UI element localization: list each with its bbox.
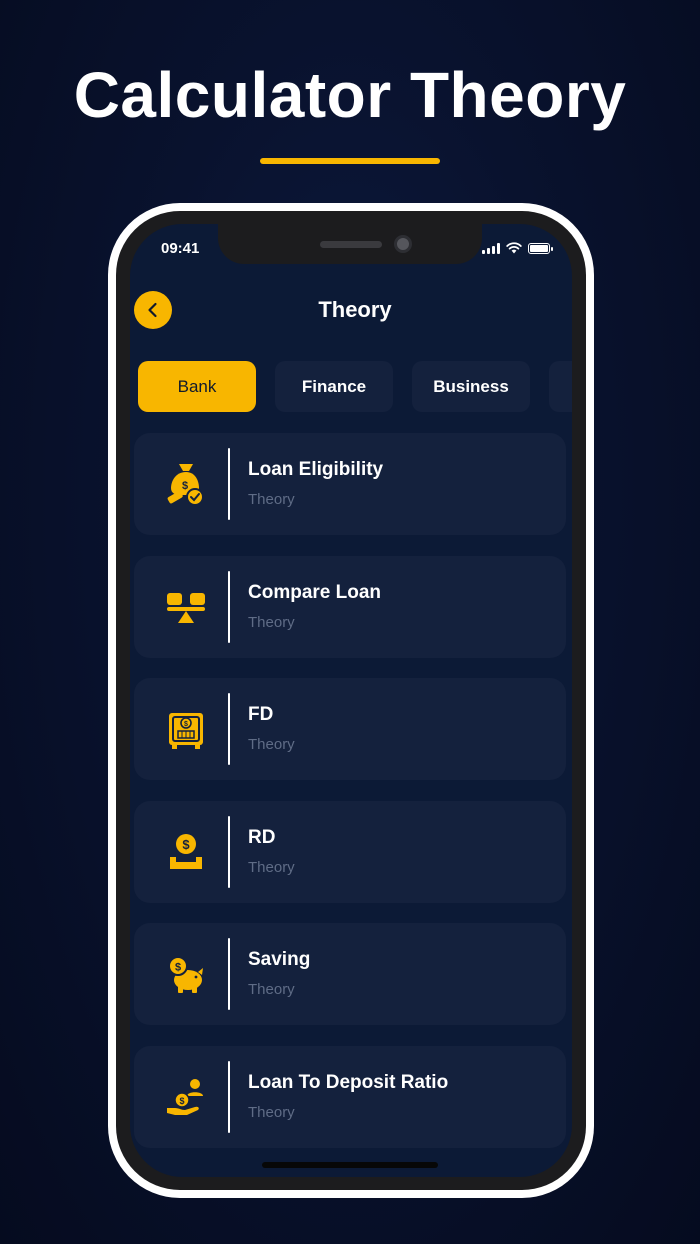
card-divider xyxy=(228,938,230,1010)
category-tabs: Bank Finance Business xyxy=(138,361,572,412)
speaker-grille xyxy=(320,241,382,248)
battery-icon xyxy=(528,243,553,254)
theory-list: $ Loan Eligibility Theory Compare Loan T… xyxy=(134,433,566,1168)
list-item-fd[interactable]: $ FD Theory xyxy=(134,678,566,780)
card-divider xyxy=(228,1060,230,1133)
list-item-saving[interactable]: $ Saving Theory xyxy=(134,923,566,1025)
signal-icon xyxy=(482,243,500,254)
svg-text:$: $ xyxy=(179,1096,184,1106)
promo-title: Calculator Theory xyxy=(73,59,627,131)
safe-deposit-icon: $ xyxy=(162,705,210,753)
card-subtitle: Theory xyxy=(248,491,295,508)
coin-deposit-icon: $ xyxy=(162,828,210,876)
svg-text:$: $ xyxy=(184,721,188,728)
card-divider xyxy=(228,815,230,888)
tab-business[interactable]: Business xyxy=(412,361,530,412)
card-title: Loan Eligibility xyxy=(248,459,384,480)
list-item-loan-to-deposit-ratio[interactable]: $ Loan To Deposit Ratio Theory xyxy=(134,1045,566,1148)
svg-text:$: $ xyxy=(182,480,188,492)
status-icons xyxy=(482,242,553,254)
wifi-icon xyxy=(506,242,522,254)
card-divider xyxy=(228,570,230,643)
card-title: Saving xyxy=(248,949,311,970)
balance-scale-icon xyxy=(162,583,210,631)
card-title: RD xyxy=(248,826,276,848)
card-divider xyxy=(228,693,230,765)
hand-coin-user-icon: $ xyxy=(162,1073,210,1121)
card-subtitle: Theory xyxy=(248,858,295,876)
piggy-bank-icon: $ xyxy=(162,950,210,998)
list-item-loan-eligibility[interactable]: $ Loan Eligibility Theory xyxy=(134,433,566,535)
screen-title: Theory xyxy=(318,297,392,322)
status-time: 09:41 xyxy=(161,240,200,257)
tab-more[interactable] xyxy=(549,361,572,412)
phone-notch xyxy=(218,224,482,264)
svg-text:$: $ xyxy=(182,837,190,852)
money-bag-check-icon: $ xyxy=(162,460,210,508)
list-item-compare-loan[interactable]: Compare Loan Theory xyxy=(134,555,566,658)
promo-underline xyxy=(260,158,440,164)
card-title: Compare Loan xyxy=(248,581,382,603)
card-title: FD xyxy=(248,704,274,725)
svg-text:$: $ xyxy=(175,962,181,974)
card-subtitle: Theory xyxy=(248,981,295,998)
card-subtitle: Theory xyxy=(248,613,295,631)
home-indicator[interactable] xyxy=(262,1162,438,1168)
card-divider xyxy=(228,448,230,520)
tab-finance[interactable]: Finance xyxy=(275,361,393,412)
phone-screen: 09:41 Theory Bank Finance Business $ Loa… xyxy=(130,224,572,1177)
card-title: Loan To Deposit Ratio xyxy=(248,1071,449,1093)
front-camera xyxy=(394,235,412,253)
list-item-rd[interactable]: $ RD Theory xyxy=(134,800,566,903)
card-subtitle: Theory xyxy=(248,736,295,753)
tab-bank[interactable]: Bank xyxy=(138,361,256,412)
card-subtitle: Theory xyxy=(248,1103,295,1121)
